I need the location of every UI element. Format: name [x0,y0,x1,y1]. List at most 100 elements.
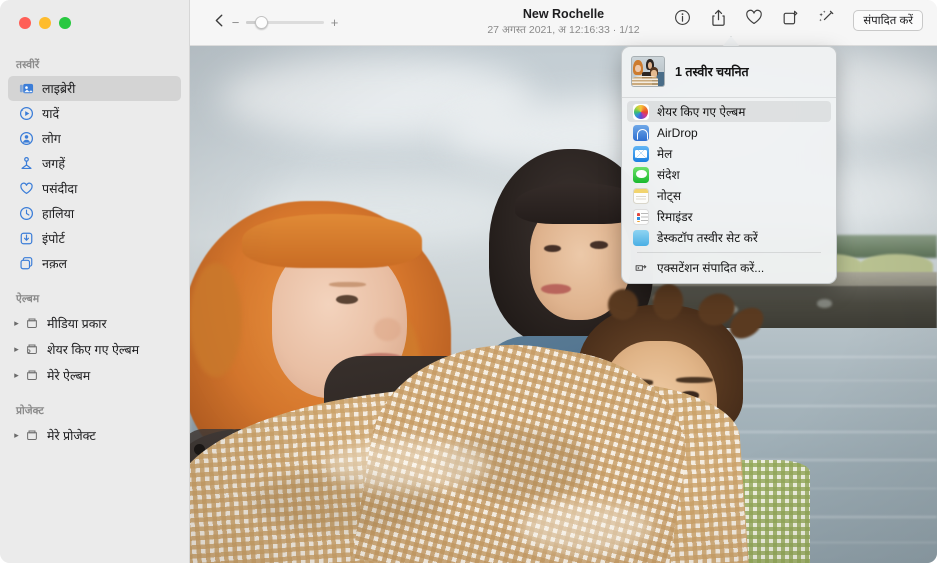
notes-app-icon [633,188,649,204]
chevron-left-icon [213,13,226,33]
window-traffic-lights [19,17,71,29]
heart-icon [745,9,763,31]
sidebar-item-duplicates[interactable]: नक़ल [8,251,181,276]
chevron-right-icon[interactable]: ▸ [10,370,23,381]
sidebar-group-label: मेरे प्रोजेक्ट [47,427,96,444]
share-up-arrow-icon [710,9,727,32]
duplicates-icon [18,255,35,272]
share-item-reminders[interactable]: रिमाइंडर [627,206,831,227]
share-item-airdrop[interactable]: AirDrop [627,122,831,143]
sidebar-item-memories[interactable]: यादें [8,101,181,126]
sidebar: तस्वीरें लाइब्रेरी यादें लोग [0,0,190,563]
photos-app-window: तस्वीरें लाइब्रेरी यादें लोग [0,0,937,563]
extensions-icon [633,260,649,276]
share-item-label: नोट्स [657,187,681,204]
sidebar-item-label: नक़ल [42,255,67,272]
info-button[interactable] [671,9,693,31]
share-item-messages[interactable]: संदेश [627,164,831,185]
minimize-button[interactable] [39,17,51,29]
magic-wand-icon [818,9,835,31]
memories-icon [18,105,35,122]
share-button[interactable] [707,9,729,31]
sidebar-scroll: तस्वीरें लाइब्रेरी यादें लोग [0,52,189,563]
share-popover: 1 तस्वीर चयनित शेयर किए गए ऐल्बम AirDrop… [621,46,837,284]
sidebar-item-favorites[interactable]: पसंदीदा [8,176,181,201]
rotate-button[interactable] [779,9,801,31]
sidebar-item-label: लाइब्रेरी [42,80,75,97]
sidebar-item-label: इंपोर्ट [42,230,65,247]
zoom-slider[interactable]: − + [231,16,339,29]
clock-icon [18,205,35,222]
sidebar-section-header-albums: ऐल्बम [0,286,189,310]
sidebar-group-shared-albums[interactable]: ▸ शेयर किए गए ऐल्बम [8,336,181,362]
sidebar-group-label: मेरे ऐल्बम [47,367,90,384]
mail-app-icon [633,146,649,162]
back-button[interactable] [207,11,231,35]
selection-count-label: 1 तस्वीर चयनित [675,63,749,80]
sidebar-item-people[interactable]: लोग [8,126,181,151]
popover-divider [637,252,821,253]
share-item-set-desktop-picture[interactable]: डेस्कटॉप तस्वीर सेट करें [627,227,831,248]
share-item-label: शेयर किए गए ऐल्बम [657,103,745,120]
maximize-button[interactable] [59,17,71,29]
shared-folder-icon [23,341,40,358]
sidebar-item-label: यादें [42,105,59,122]
share-item-shared-albums[interactable]: शेयर किए गए ऐल्बम [627,101,831,122]
library-icon [18,80,35,97]
share-item-edit-extensions[interactable]: एक्सटेंशन संपादित करें... [627,257,831,278]
share-item-label: रिमाइंडर [657,208,693,225]
people-icon [18,130,35,147]
messages-app-icon [633,167,649,183]
photos-app-icon [633,104,649,120]
share-item-label: एक्सटेंशन संपादित करें... [657,259,764,276]
sidebar-item-label: जगहें [42,155,65,172]
toolbar: − + New Rochelle 27 अगस्त 2021, अ 12:16:… [190,0,937,46]
sidebar-item-label: लोग [42,130,61,147]
share-item-label: मेल [657,145,672,162]
zoom-slider-knob[interactable] [255,16,268,29]
heart-icon [18,180,35,197]
sidebar-section-header-photos: तस्वीरें [0,52,189,76]
sidebar-group-my-albums[interactable]: ▸ मेरे ऐल्बम [8,362,181,388]
sidebar-item-places[interactable]: जगहें [8,151,181,176]
places-pin-icon [18,155,35,172]
share-item-label: संदेश [657,166,680,183]
folder-icon [23,315,40,332]
enhance-button[interactable] [815,9,837,31]
zoom-out-label[interactable]: − [231,16,240,29]
favorite-button[interactable] [743,9,765,31]
chevron-right-icon[interactable]: ▸ [10,318,23,329]
sidebar-item-import[interactable]: इंपोर्ट [8,226,181,251]
sidebar-group-label: शेयर किए गए ऐल्बम [47,341,139,358]
zoom-in-label[interactable]: + [330,16,339,29]
popover-divider [622,97,836,98]
reminders-app-icon [633,209,649,225]
sidebar-item-recents[interactable]: हालिया [8,201,181,226]
toolbar-actions: संपादित करें [671,9,923,31]
popover-header: 1 तस्वीर चयनित [622,47,836,96]
selected-photo-thumbnail [631,56,665,87]
share-item-mail[interactable]: मेल [627,143,831,164]
share-item-notes[interactable]: नोट्स [627,185,831,206]
sidebar-item-label: पसंदीदा [42,180,77,197]
sidebar-item-library[interactable]: लाइब्रेरी [8,76,181,101]
airdrop-icon [633,125,649,141]
chevron-right-icon[interactable]: ▸ [10,430,23,441]
info-circle-icon [674,9,691,31]
import-icon [18,230,35,247]
chevron-right-icon[interactable]: ▸ [10,344,23,355]
sidebar-group-my-projects[interactable]: ▸ मेरे प्रोजेक्ट [8,422,181,448]
sidebar-section-header-projects: प्रोजेक्ट [0,398,189,422]
sidebar-group-media-types[interactable]: ▸ मीडिया प्रकार [8,310,181,336]
sidebar-group-label: मीडिया प्रकार [47,315,107,332]
sidebar-item-label: हालिया [42,205,74,222]
edit-button[interactable]: संपादित करें [853,10,923,31]
folder-icon [23,367,40,384]
close-button[interactable] [19,17,31,29]
folder-icon [23,427,40,444]
desktop-picture-icon [633,230,649,246]
share-destinations-list: शेयर किए गए ऐल्बम AirDrop मेल संदेश नोट्… [622,101,836,283]
share-item-label: डेस्कटॉप तस्वीर सेट करें [657,229,758,246]
share-item-label: AirDrop [657,126,698,140]
zoom-slider-track[interactable] [246,21,324,24]
